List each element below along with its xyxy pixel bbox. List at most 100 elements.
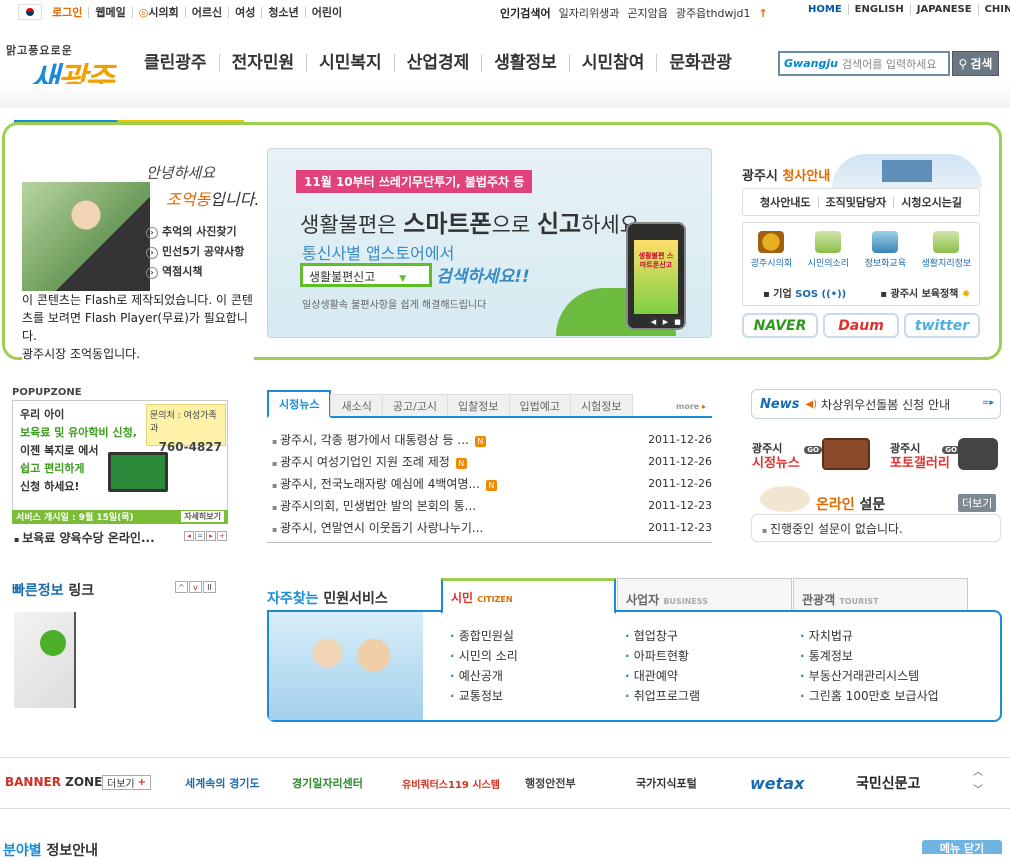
civic-link[interactable]: 취업프로그램 [625, 686, 700, 706]
next-icon[interactable]: ▸ [206, 531, 216, 541]
hall-tab-map[interactable]: 청사안내도 [753, 197, 818, 208]
tab-notice[interactable]: 공고/고시 [381, 394, 449, 416]
plus-icon[interactable]: + [217, 531, 227, 541]
civic-services-title: 자주찾는 민원서비스 [267, 588, 388, 608]
bannerzone-more-button[interactable]: 더보기 + [102, 775, 151, 790]
naver-button[interactable]: NAVER [742, 313, 818, 338]
up-arrow-icon[interactable]: ↑ [759, 7, 768, 20]
hall-tab-org[interactable]: 조직및담당자 [817, 196, 894, 208]
up-icon[interactable]: ^ [175, 581, 188, 593]
tab-city-news[interactable]: 시정뉴스 [267, 390, 332, 418]
down-icon[interactable]: v [189, 581, 202, 593]
tab-new[interactable]: 새소식 [330, 394, 383, 416]
elderly-link[interactable]: 어르신 [184, 6, 228, 18]
popup-caption[interactable]: 보육료 양육수당 온라인... [14, 529, 154, 546]
civic-link[interactable]: 통계정보 [800, 646, 939, 666]
nav-economy[interactable]: 산업경제 [393, 54, 482, 72]
civic-link[interactable]: 자치법규 [800, 626, 939, 646]
japanese-link[interactable]: JAPANESE [909, 4, 978, 15]
stop-icon[interactable]: ■ [672, 316, 683, 327]
geo-quick[interactable]: 생활지리정보 [921, 231, 972, 269]
civic-link[interactable]: 아파트현황 [625, 646, 700, 666]
chinese-link[interactable]: CHINESE [977, 4, 1010, 15]
list-item[interactable]: 광주시의회, 민생법안 발의 본회의 통... 2011-12-23 [272, 494, 712, 516]
pause-icon[interactable]: II [203, 581, 216, 593]
mayor-link-policies[interactable]: 역점시책 [146, 262, 244, 282]
nav-petition[interactable]: 전자민원 [218, 54, 307, 72]
news-more-link[interactable]: more [676, 402, 706, 411]
popular-item[interactable]: 광주읍thdwjd1 [676, 5, 751, 21]
edu-quick[interactable]: 정보화교육 [865, 231, 906, 269]
civic-link[interactable]: 그린홈 100만호 보급사업 [800, 686, 939, 706]
civic-link[interactable]: 종합민원실 [450, 626, 518, 646]
mayor-link-photos[interactable]: 추억의 사진찾기 [146, 222, 244, 242]
poll-more-button[interactable]: 더보기 [958, 494, 997, 512]
civic-link[interactable]: 협업창구 [625, 626, 700, 646]
banner-mopas[interactable]: 행정안전부 [525, 770, 576, 796]
tab-exam[interactable]: 시험정보 [570, 394, 633, 416]
nav-clean[interactable]: 클린광주 [144, 54, 219, 72]
tab-bid[interactable]: 입찰정보 [447, 394, 510, 416]
ticker-arrows-icon[interactable]: =▸ [982, 398, 994, 408]
kids-link[interactable]: 어린이 [304, 6, 348, 18]
search-input[interactable]: Gwangju 검색어를 입력하세요 [778, 51, 950, 76]
council-quick[interactable]: 광주시의회 [751, 231, 792, 269]
photo-gallery[interactable]: 광주시 GO 포토갤러리 [890, 442, 960, 471]
civic-link[interactable]: 부동산거래관리시스템 [800, 666, 939, 686]
nav-participation[interactable]: 시민참여 [568, 54, 657, 72]
hall-tab-directions[interactable]: 시청오시는길 [893, 196, 969, 208]
geo-quick-label: 생활지리정보 [921, 259, 972, 269]
popular-item[interactable]: 곤지암읍 [627, 5, 667, 21]
tab-tourist[interactable]: 관광객 TOURIST [793, 578, 968, 612]
civic-link[interactable]: 시민의 소리 [450, 646, 518, 666]
civic-link[interactable]: 대관예약 [625, 666, 700, 686]
civic-link[interactable]: 예산공개 [450, 666, 518, 686]
prev-icon[interactable]: ◂ [184, 531, 194, 541]
mayor-link-pledges[interactable]: 민선5기 공약사항 [146, 242, 244, 262]
tab-citizen[interactable]: 시민 CITIZEN [441, 578, 616, 614]
quick-links-image[interactable] [14, 612, 76, 708]
banner-119[interactable]: 유비쿼터스119 시스템 [402, 770, 500, 796]
down-arrow-icon[interactable]: ﹀ [973, 782, 983, 800]
nav-welfare[interactable]: 시민복지 [306, 54, 394, 72]
business-sos-link[interactable]: ▪ 기업 SOS ((•)) [763, 285, 846, 300]
webmail-link[interactable]: 웹메일 [88, 6, 131, 18]
banner-jobs[interactable]: 경기일자리센터 [292, 770, 363, 796]
english-link[interactable]: ENGLISH [847, 4, 910, 15]
pause-icon[interactable]: = [195, 531, 205, 541]
home-link[interactable]: HOME [808, 4, 848, 15]
up-arrow-icon[interactable]: ︿ [973, 764, 983, 782]
women-link[interactable]: 여성 [228, 6, 261, 18]
youth-link[interactable]: 청소년 [261, 6, 304, 18]
banner-knowledge[interactable]: 국가지식포털 [636, 770, 697, 796]
nav-culture[interactable]: 문화관광 [656, 54, 744, 72]
login-link[interactable]: 로그인 [46, 7, 88, 18]
popular-item[interactable]: 일자리위생과 [559, 5, 620, 21]
news-list: 광주시, 각종 평가에서 대통령상 등 ... N 2011-12-26 광주시 여… [272, 428, 712, 538]
nav-living[interactable]: 생활정보 [481, 54, 569, 72]
voice-quick[interactable]: 시민의소리 [808, 231, 849, 269]
banner-wetax[interactable]: wetax [750, 770, 804, 796]
prev-icon[interactable]: ◀ [648, 316, 659, 327]
new-badge: N [485, 479, 497, 491]
council-link[interactable]: ◎시의회 [131, 6, 185, 18]
tab-legislation[interactable]: 입법예고 [508, 394, 572, 416]
civic-link[interactable]: 교통정보 [450, 686, 518, 706]
twitter-button[interactable]: twitter [904, 313, 980, 338]
search-button[interactable]: ⚲ 검색 [952, 51, 999, 76]
news-ticker[interactable]: News ◀) 차상위우선돌봄 신청 안내 =▸ [751, 389, 1001, 419]
childcare-policy-link[interactable]: ▪ 광주시 보육정책 ✹ [880, 285, 970, 300]
list-item[interactable]: 광주시, 각종 평가에서 대통령상 등 ... N 2011-12-26 [272, 428, 712, 450]
daum-button[interactable]: Daum [823, 313, 899, 338]
city-news-video[interactable]: 광주시 GO 시정뉴스 [752, 442, 822, 471]
list-item[interactable]: 광주시, 전국노래자랑 예심에 4백여명... N 2011-12-26 [272, 472, 712, 494]
banner-gyeonggi[interactable]: 세계속의 경기도 [185, 770, 260, 796]
list-item[interactable]: 광주시, 연말연시 이웃돕기 사랑나누기... 2011-12-23 [272, 516, 712, 538]
next-icon[interactable]: ▶ [660, 316, 671, 327]
list-item[interactable]: 광주시 여성기업인 지원 조례 제정 N 2011-12-26 [272, 450, 712, 472]
popup-detail-button[interactable]: 자세히보기 [181, 511, 224, 522]
banner-epeople[interactable]: 국민신문고 [856, 770, 920, 796]
tab-business[interactable]: 사업자 BUSINESS [617, 578, 792, 612]
menu-close-button[interactable]: 메뉴 닫기 [922, 840, 1002, 855]
banner-box-text: 생활불편신고 [309, 270, 376, 284]
